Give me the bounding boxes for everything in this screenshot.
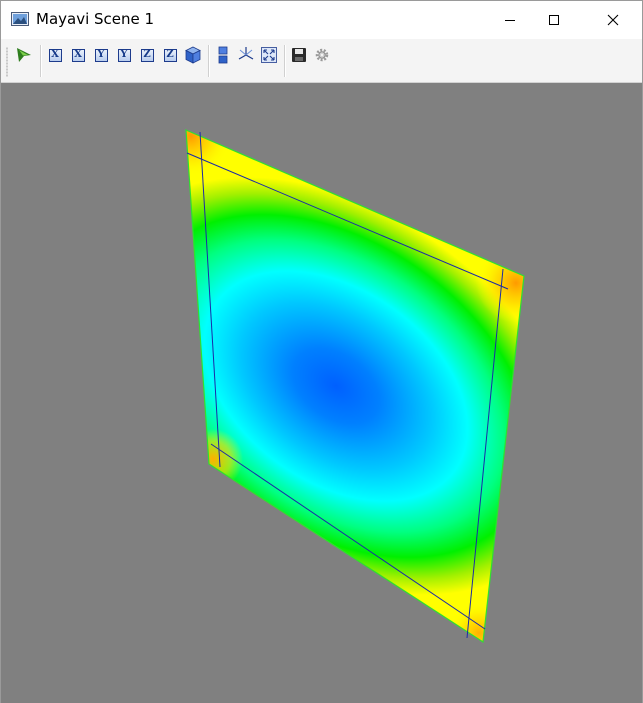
view-x-minus-icon: X bbox=[71, 48, 85, 62]
minimize-button[interactable] bbox=[487, 1, 533, 39]
minimize-icon bbox=[505, 20, 515, 21]
title-bar: Mayavi Scene 1 bbox=[1, 1, 642, 39]
window-title: Mayavi Scene 1 bbox=[36, 10, 155, 28]
app-icon bbox=[11, 12, 29, 26]
maximize-icon bbox=[549, 15, 559, 25]
configure-button[interactable] bbox=[312, 45, 332, 65]
surface-mesh bbox=[186, 130, 524, 642]
view-x-plus-button[interactable]: X bbox=[45, 45, 65, 65]
save-icon bbox=[292, 48, 306, 62]
view-z-plus-icon: Z bbox=[140, 48, 154, 62]
view-z-plus-button[interactable]: Z bbox=[137, 45, 157, 65]
scene-toolbar: X X Y Y Z Z bbox=[1, 39, 642, 83]
view-x-plus-icon: X bbox=[48, 48, 62, 62]
close-icon bbox=[607, 14, 619, 26]
toolbar-separator bbox=[40, 45, 41, 77]
toggle-axes-icon bbox=[238, 47, 254, 60]
mayavi-pipeline-icon bbox=[17, 48, 31, 62]
mayavi-pipeline-button[interactable] bbox=[14, 45, 34, 65]
view-z-minus-button[interactable]: Z bbox=[160, 45, 180, 65]
view-y-plus-icon: Y bbox=[94, 48, 108, 62]
view-x-minus-button[interactable]: X bbox=[68, 45, 88, 65]
toolbar-separator bbox=[284, 45, 285, 77]
toolbar-separator bbox=[208, 45, 209, 77]
full-screen-button[interactable] bbox=[259, 45, 279, 65]
toolbar-grip[interactable] bbox=[6, 47, 8, 77]
view-y-minus-icon: Y bbox=[117, 48, 131, 62]
isometric-view-button[interactable] bbox=[183, 45, 203, 65]
view-y-minus-button[interactable]: Y bbox=[114, 45, 134, 65]
toggle-axes-button[interactable] bbox=[236, 45, 256, 65]
mayavi-window: Mayavi Scene 1 X X Y Y Z Z bbox=[0, 0, 643, 703]
view-y-plus-button[interactable]: Y bbox=[91, 45, 111, 65]
close-button[interactable] bbox=[590, 1, 636, 39]
parallel-projection-button[interactable] bbox=[213, 45, 233, 65]
surface-plot bbox=[185, 129, 525, 644]
view-z-minus-icon: Z bbox=[163, 48, 177, 62]
full-screen-icon bbox=[261, 47, 277, 63]
render-scene[interactable] bbox=[1, 83, 642, 703]
isometric-view-icon bbox=[185, 46, 201, 64]
parallel-projection-icon bbox=[218, 46, 228, 64]
maximize-button[interactable] bbox=[531, 1, 577, 39]
configure-icon bbox=[315, 48, 329, 62]
save-button[interactable] bbox=[289, 45, 309, 65]
